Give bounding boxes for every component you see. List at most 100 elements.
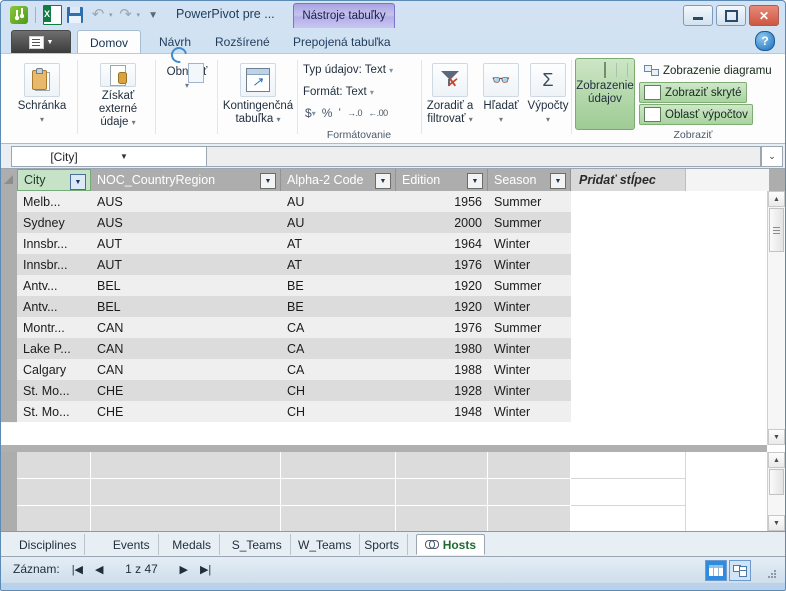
calc-scroll-thumb[interactable] [769, 469, 784, 495]
column-filter-season-icon[interactable]: ▼ [550, 173, 566, 189]
table-cell[interactable]: 1956 [396, 191, 488, 212]
table-cell[interactable]: Summer [488, 275, 571, 296]
table-cell-empty[interactable] [571, 359, 767, 380]
customize-qat-icon[interactable]: ▼ [143, 5, 163, 25]
table-cell[interactable]: 1948 [396, 401, 488, 422]
row-header[interactable] [1, 338, 17, 360]
refresh-button[interactable]: Obnoviť ▾ [157, 43, 217, 130]
grid-vertical-scrollbar[interactable]: ▲ ▼ [767, 191, 785, 445]
table-cell-empty[interactable] [571, 191, 767, 212]
table-row[interactable]: Sydney AUS AU 2000 Summer [1, 212, 767, 234]
get-external-data-button[interactable]: Získať externé údaje ▾ [83, 58, 153, 130]
add-column-header[interactable]: Pridať stĺpec [571, 169, 686, 191]
column-header-city[interactable]: City ▼ [17, 169, 91, 191]
minimize-button[interactable] [683, 5, 713, 26]
table-cell[interactable]: Melb... [17, 191, 91, 212]
table-cell[interactable]: 1920 [396, 275, 488, 296]
table-cell[interactable]: Lake P... [17, 338, 91, 359]
diagram-view-button[interactable]: Zobrazenie diagramu [639, 60, 777, 81]
file-menu-button[interactable]: ▼ [11, 30, 71, 54]
restore-button[interactable] [716, 5, 746, 26]
table-cell[interactable]: BE [281, 296, 396, 317]
formula-expand-button[interactable]: ⌄ [761, 146, 783, 167]
table-cell[interactable]: AT [281, 233, 396, 254]
undo-dropdown-icon[interactable]: ▾ [109, 11, 113, 19]
comma-button[interactable]: ʼ [338, 106, 341, 120]
table-cell[interactable]: Antv... [17, 275, 91, 296]
calculation-cell-empty[interactable] [571, 452, 686, 479]
table-cell[interactable]: AUS [91, 191, 281, 212]
save-icon[interactable] [65, 5, 85, 25]
column-filter-alpha2-icon[interactable]: ▼ [375, 173, 391, 189]
data-type-selector[interactable]: Typ údajov: Text ▾ [303, 64, 393, 76]
table-cell-empty[interactable] [571, 275, 767, 296]
table-cell[interactable]: AU [281, 191, 396, 212]
table-row[interactable]: Montr... CAN CA 1976 Summer [1, 317, 767, 339]
table-row[interactable]: St. Mo... CHE CH 1928 Winter [1, 380, 767, 402]
last-record-button[interactable]: ▶| [200, 563, 211, 576]
status-data-view-button[interactable] [705, 560, 727, 581]
status-diagram-view-button[interactable] [729, 560, 751, 581]
table-cell[interactable]: Winter [488, 338, 571, 359]
calculations-button[interactable]: Σ Výpočty ▾ [523, 58, 573, 130]
table-row[interactable]: Calgary CAN CA 1988 Winter [1, 359, 767, 381]
row-header[interactable] [1, 275, 17, 297]
column-filter-edition-icon[interactable]: ▼ [467, 173, 483, 189]
table-cell[interactable]: CH [281, 401, 396, 422]
table-cell[interactable]: Summer [488, 317, 571, 338]
table-row[interactable]: St. Mo... CHE CH 1948 Winter [1, 401, 767, 423]
calculation-cell[interactable] [281, 479, 396, 506]
powerpivot-icon[interactable] [9, 5, 29, 25]
sheet-tab-events[interactable]: Events [105, 534, 159, 555]
table-cell[interactable]: Innsbr... [17, 254, 91, 275]
calculation-row[interactable] [1, 506, 767, 531]
find-button[interactable]: 👓 Hľadať ▾ [477, 58, 525, 130]
tab-rozsirene[interactable]: Rozšírené [203, 30, 282, 53]
table-cell[interactable]: Summer [488, 191, 571, 212]
calculation-cell[interactable] [17, 506, 91, 531]
table-cell[interactable]: Winter [488, 254, 571, 275]
table-cell[interactable]: 1928 [396, 380, 488, 401]
decrease-decimal-button[interactable]: ←.00 [368, 108, 388, 118]
table-cell[interactable]: Winter [488, 401, 571, 422]
row-header[interactable] [1, 296, 17, 318]
calculation-row-header[interactable] [1, 506, 17, 531]
table-cell[interactable]: St. Mo... [17, 380, 91, 401]
row-header[interactable] [1, 317, 17, 339]
table-cell-empty[interactable] [571, 212, 767, 233]
table-cell[interactable]: CAN [91, 338, 281, 359]
table-row[interactable]: Lake P... CAN CA 1980 Winter [1, 338, 767, 360]
currency-button[interactable]: $ ▾ [305, 106, 316, 120]
resize-grip-icon[interactable] [768, 570, 777, 579]
calculation-row[interactable] [1, 452, 767, 480]
table-cell-empty[interactable] [571, 338, 767, 359]
column-header-alpha2[interactable]: Alpha-2 Code ▼ [281, 169, 396, 191]
table-cell-empty[interactable] [571, 317, 767, 338]
show-hidden-button[interactable]: Zobraziť skryté [639, 82, 747, 103]
column-filter-city-icon[interactable]: ▼ [70, 174, 86, 190]
grid-horizontal-split[interactable] [1, 445, 767, 452]
table-cell[interactable]: Winter [488, 296, 571, 317]
table-cell[interactable]: Innsbr... [17, 233, 91, 254]
table-row[interactable]: Melb... AUS AU 1956 Summer [1, 191, 767, 213]
calculation-cell[interactable] [281, 506, 396, 531]
column-header-season[interactable]: Season ▼ [488, 169, 571, 191]
calculation-cell[interactable] [396, 452, 488, 479]
row-header[interactable] [1, 401, 17, 423]
calculation-cell[interactable] [281, 452, 396, 479]
calc-scroll-up-icon[interactable]: ▲ [768, 452, 785, 468]
row-header[interactable] [1, 212, 17, 234]
tab-domov[interactable]: Domov [77, 30, 142, 55]
calculation-cell[interactable] [17, 479, 91, 506]
calculation-cell[interactable] [396, 506, 488, 531]
row-header[interactable] [1, 191, 17, 213]
table-cell[interactable]: 2000 [396, 212, 488, 233]
table-cell[interactable]: BE [281, 275, 396, 296]
table-row[interactable]: Antv... BEL BE 1920 Summer [1, 275, 767, 297]
table-cell[interactable]: Winter [488, 380, 571, 401]
calculation-cell[interactable] [396, 479, 488, 506]
table-cell[interactable]: 1976 [396, 254, 488, 275]
table-cell[interactable]: AUS [91, 212, 281, 233]
first-record-button[interactable]: |◀ [72, 563, 83, 576]
table-cell-empty[interactable] [571, 233, 767, 254]
